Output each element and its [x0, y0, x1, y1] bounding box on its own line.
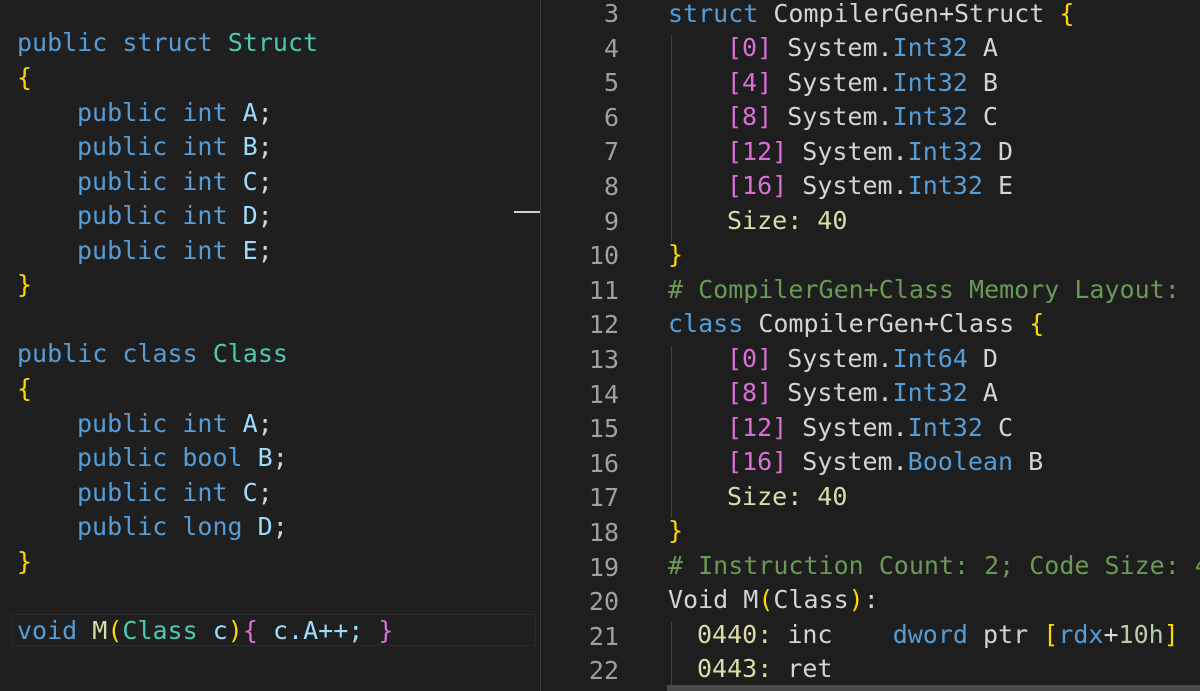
class-layout-comment: # CompilerGen+Class Memory Layout: — [668, 275, 1180, 304]
line-number: 11 — [588, 275, 619, 305]
line-number-gutter: 3 4 5 6 7 8 9 10 11 12 13 14 15 16 17 18 19 20 21 22 — [541, 0, 627, 691]
line-number: 22 — [588, 656, 619, 686]
class-size: Size: 40 — [727, 482, 848, 511]
line-number: 15 — [588, 414, 619, 444]
struct-size: Size: 40 — [727, 206, 848, 235]
line-number: 5 — [603, 68, 619, 98]
open-brace: { — [17, 374, 33, 403]
struct-layout-field[interactable]: [12] System.Int32 D — [727, 135, 1013, 169]
class-layout-field[interactable]: [8] System.Int32 A — [727, 376, 998, 410]
line-number: 9 — [603, 206, 619, 236]
line-number: 14 — [588, 379, 619, 409]
class-layout-field[interactable]: [16] System.Boolean B — [727, 445, 1043, 479]
close-brace: } — [668, 516, 684, 545]
line-number: 13 — [588, 345, 619, 374]
horizontal-scrollbar[interactable] — [667, 685, 1200, 691]
struct-layout-header[interactable]: struct CompilerGen+Struct { — [668, 0, 1074, 31]
class-layout-field[interactable]: [12] System.Int32 C — [727, 411, 1013, 445]
struct-field[interactable]: public int C; — [77, 165, 273, 199]
struct-layout-field[interactable]: [4] System.Int32 B — [727, 66, 998, 100]
line-number: 4 — [603, 33, 619, 63]
source-editor[interactable]: public struct Struct { public int A; pub… — [0, 0, 540, 691]
asm-instruction[interactable]: 0443: ret — [697, 652, 832, 686]
jit-output-editor[interactable]: struct CompilerGen+Struct { [0] System.I… — [627, 0, 1200, 691]
class-field[interactable]: public bool B; — [77, 441, 288, 475]
asm-instruction[interactable]: 0440: inc dword ptr [rdx+10h] — [697, 618, 1179, 652]
line-number: 6 — [603, 102, 619, 132]
keyword: struct — [122, 28, 213, 57]
struct-layout-field[interactable]: [16] System.Int32 E — [727, 169, 1013, 203]
class-field[interactable]: public long D; — [77, 510, 288, 544]
type-name: Class — [212, 339, 288, 368]
open-brace: { — [17, 63, 33, 92]
line-number: 20 — [588, 587, 619, 617]
close-brace: } — [668, 240, 684, 269]
struct-field[interactable]: public int D; — [77, 199, 273, 233]
instruction-comment: # Instruction Count: 2; Code Size: 4 — [668, 551, 1200, 580]
indent-guide — [671, 622, 672, 691]
keyword: public — [17, 339, 108, 368]
line-number: 21 — [588, 621, 619, 651]
struct-field[interactable]: public int B; — [77, 130, 273, 164]
line-number: 17 — [588, 483, 619, 513]
class-declaration[interactable]: public class Class — [17, 337, 288, 371]
line-number: 12 — [588, 310, 619, 340]
method-declaration[interactable]: void M(Class c){ c.A++; } — [17, 614, 393, 648]
line-number: 3 — [603, 0, 619, 28]
struct-layout-field[interactable]: [8] System.Int32 C — [727, 100, 998, 134]
method-signature[interactable]: Void M(Class): — [668, 583, 879, 617]
struct-field[interactable]: public int E; — [77, 234, 273, 268]
struct-declaration[interactable]: public struct Struct — [17, 26, 318, 60]
keyword: class — [122, 339, 198, 368]
class-layout-header[interactable]: class CompilerGen+Class { — [668, 307, 1044, 341]
close-brace: } — [17, 547, 33, 576]
indent-guide — [671, 35, 672, 242]
line-number: 18 — [588, 518, 619, 547]
line-number: 7 — [603, 137, 619, 167]
indent-guide — [671, 346, 672, 518]
line-number: 19 — [588, 552, 619, 582]
line-number: 8 — [603, 172, 619, 201]
struct-layout-field[interactable]: [0] System.Int32 A — [727, 31, 998, 65]
class-field[interactable]: public int C; — [77, 476, 273, 510]
struct-field[interactable]: public int A; — [77, 96, 273, 130]
line-number: 10 — [588, 241, 619, 271]
close-brace: } — [17, 270, 33, 299]
class-field[interactable]: public int A; — [77, 407, 273, 441]
split-sash-handle[interactable] — [514, 211, 540, 213]
line-number: 16 — [588, 448, 619, 478]
keyword: public — [17, 28, 108, 57]
type-name: Struct — [227, 28, 319, 57]
class-layout-field[interactable]: [0] System.Int64 D — [727, 342, 998, 376]
